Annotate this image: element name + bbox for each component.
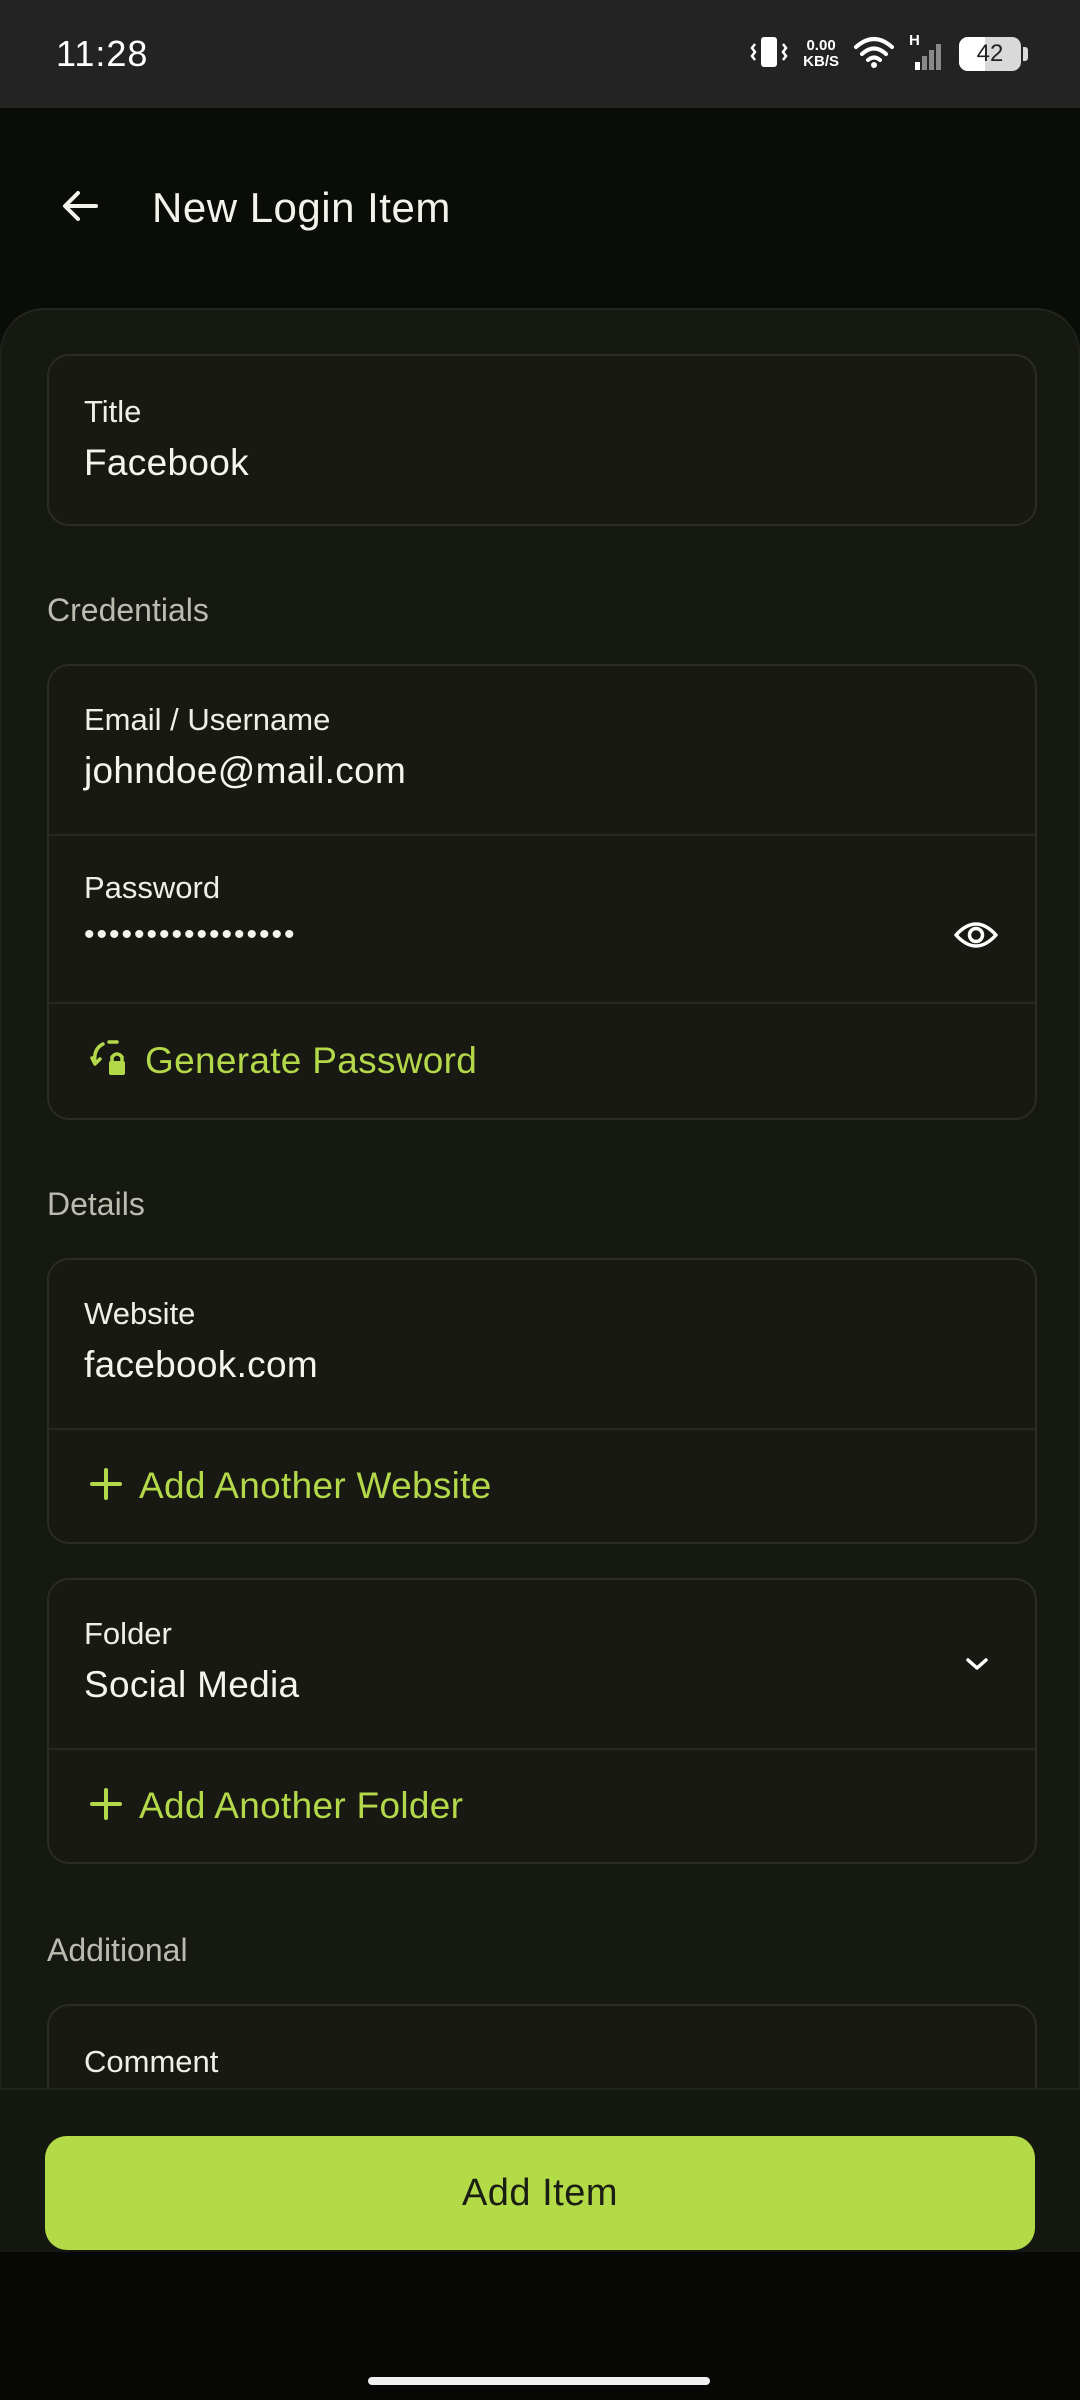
- regenerate-lock-icon: [89, 1039, 129, 1084]
- title-field[interactable]: Title Facebook: [49, 394, 1035, 484]
- app-bar: New Login Item: [0, 108, 1080, 308]
- generate-password-button[interactable]: Generate Password: [49, 1002, 1035, 1118]
- battery-indicator: 42: [959, 37, 1021, 71]
- email-field[interactable]: Email / Username johndoe@mail.com: [49, 702, 1035, 792]
- credentials-section-label: Credentials: [47, 592, 209, 628]
- toggle-password-visibility-button[interactable]: [951, 912, 1001, 962]
- status-time: 11:28: [56, 33, 149, 74]
- divider: [49, 834, 1035, 836]
- title-field-label: Title: [84, 394, 142, 429]
- status-bar: 11:28 0.00 KB/S H 42: [0, 0, 1080, 108]
- vibrate-icon: [749, 34, 789, 75]
- password-field[interactable]: Password •••••••••••••••••: [49, 870, 1035, 952]
- comment-card[interactable]: Comment: [47, 2004, 1037, 2088]
- email-field-label: Email / Username: [84, 702, 331, 737]
- website-field-value[interactable]: facebook.com: [84, 1344, 1035, 1386]
- add-another-folder-button[interactable]: Add Another Folder: [49, 1748, 1035, 1862]
- eye-icon: [954, 919, 998, 956]
- comment-field-label: Comment: [84, 2044, 219, 2079]
- back-button[interactable]: [56, 184, 104, 232]
- plus-icon: [89, 1467, 123, 1506]
- chevron-down-icon: [964, 1655, 990, 1678]
- title-field-value[interactable]: Facebook: [84, 442, 1035, 484]
- website-field[interactable]: Website facebook.com: [49, 1296, 1035, 1386]
- password-field-label: Password: [84, 870, 221, 905]
- add-another-website-button[interactable]: Add Another Website: [49, 1428, 1035, 1542]
- form-sheet: Title Facebook Credentials Email / Usern…: [0, 308, 1080, 2088]
- folder-card: Folder Social Media Add Another Folder: [47, 1578, 1037, 1864]
- add-another-folder-label: Add Another Folder: [139, 1785, 464, 1826]
- status-icons: 0.00 KB/S H 42: [749, 32, 1028, 75]
- signal-icon: H: [909, 32, 945, 72]
- plus-icon: [89, 1787, 123, 1826]
- details-section-label: Details: [47, 1186, 145, 1222]
- folder-field-value[interactable]: Social Media: [84, 1664, 1035, 1706]
- add-another-website-label: Add Another Website: [139, 1465, 492, 1506]
- comment-field[interactable]: Comment: [49, 2044, 1035, 2080]
- network-speed-value: 0.00: [806, 37, 836, 54]
- folder-field-label: Folder: [84, 1616, 172, 1651]
- bottom-action-bar: Add Item: [0, 2088, 1080, 2252]
- website-card: Website facebook.com Add Another Website: [47, 1258, 1037, 1544]
- folder-select[interactable]: Folder Social Media: [49, 1616, 1035, 1706]
- arrow-left-icon: [60, 186, 100, 231]
- add-item-button[interactable]: Add Item: [45, 2136, 1035, 2250]
- folder-dropdown-button[interactable]: [955, 1644, 999, 1688]
- home-indicator[interactable]: [368, 2377, 710, 2385]
- page-title: New Login Item: [152, 184, 451, 231]
- battery-percent: 42: [976, 40, 1004, 67]
- battery-cap: [1023, 47, 1028, 61]
- website-field-label: Website: [84, 1296, 196, 1331]
- title-field-card[interactable]: Title Facebook: [47, 354, 1037, 526]
- network-speed-unit: KB/S: [803, 53, 839, 70]
- additional-section-label: Additional: [47, 1932, 188, 1968]
- password-field-value[interactable]: •••••••••••••••••: [84, 918, 1035, 952]
- credentials-card: Email / Username johndoe@mail.com Passwo…: [47, 664, 1037, 1120]
- wifi-icon: [853, 35, 895, 74]
- network-speed: 0.00 KB/S: [803, 38, 839, 70]
- email-field-value[interactable]: johndoe@mail.com: [84, 750, 1035, 792]
- generate-password-label: Generate Password: [145, 1040, 478, 1081]
